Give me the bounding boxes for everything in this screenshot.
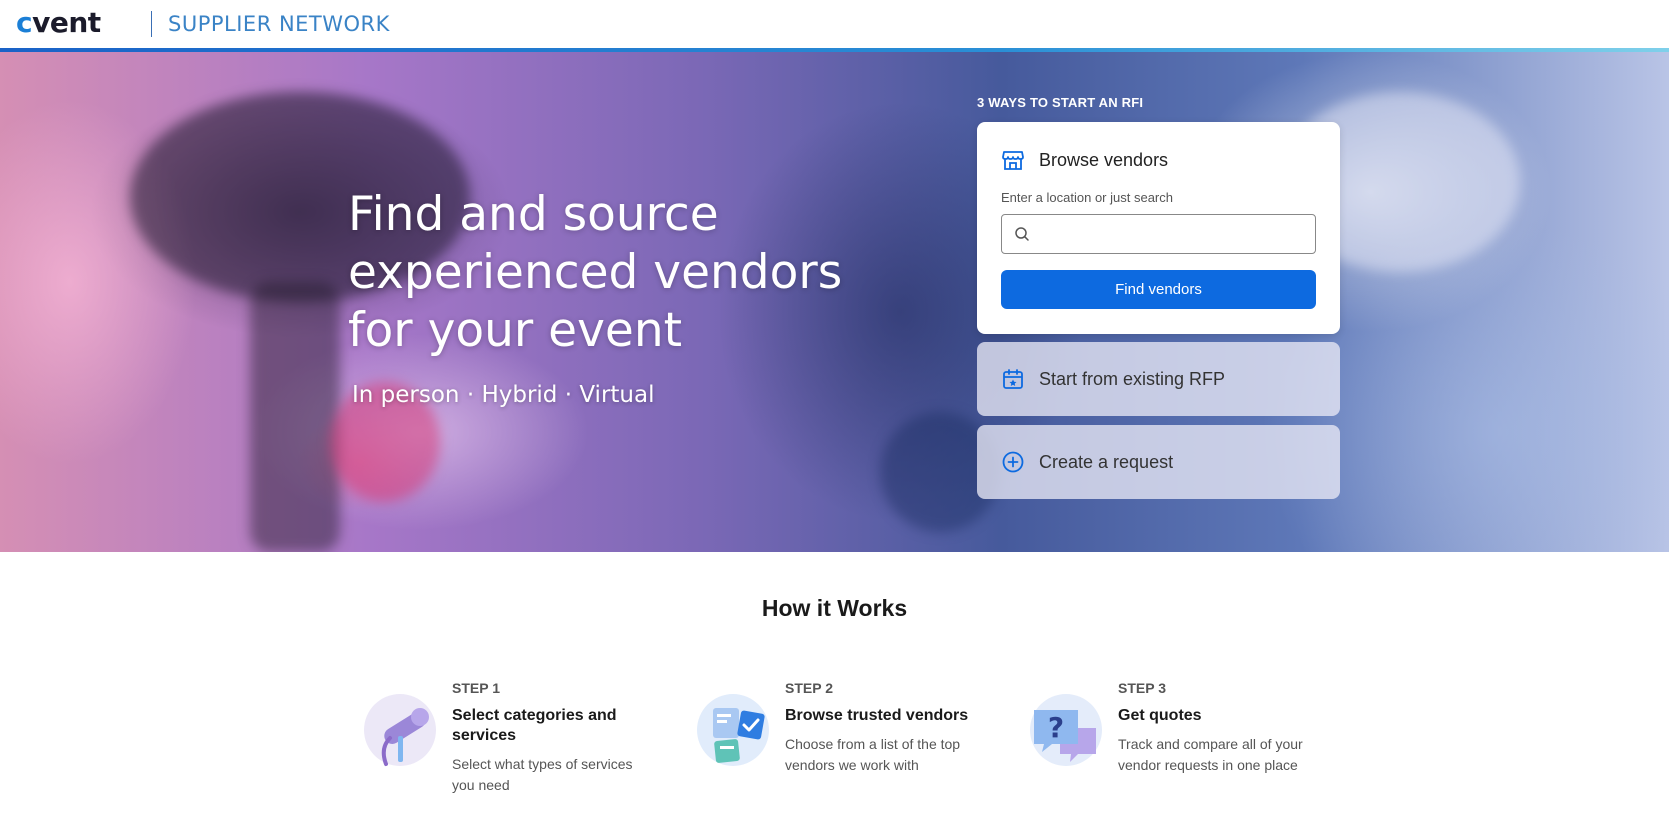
step-1-label: STEP 1 [452, 680, 500, 696]
logo-text: cvent [16, 6, 101, 39]
top-header: cvent SUPPLIER NETWORK [0, 0, 1669, 48]
step-3-label: STEP 3 [1118, 680, 1166, 696]
step-2: STEP 2 Browse trusted vendors Choose fro… [693, 680, 1013, 800]
checklist-icon [693, 690, 773, 770]
search-icon [1014, 226, 1030, 247]
header-divider [151, 11, 152, 37]
step-3-heading: Get quotes [1118, 707, 1202, 724]
storefront-icon [1001, 148, 1025, 172]
start-from-existing-rfp-card[interactable]: Start from existing RFP [977, 342, 1340, 416]
create-request-title: Create a request [1039, 451, 1174, 472]
browse-vendors-header: Browse vendors [1001, 148, 1168, 172]
create-request-card[interactable]: Create a request [977, 425, 1340, 499]
how-it-works-title: How it Works [761, 595, 908, 621]
microphone-icon [360, 690, 440, 770]
find-vendors-button[interactable]: Find vendors [1001, 270, 1316, 309]
location-search-input[interactable] [1038, 215, 1308, 253]
step-1-description: Select what types of services you need [452, 756, 633, 793]
cvent-logo[interactable]: cvent [16, 8, 101, 38]
hero-bg-shape [250, 282, 340, 552]
brand-subtitle: SUPPLIER NETWORK [168, 12, 390, 36]
start-from-existing-rfp-title: Start from existing RFP [1039, 368, 1226, 389]
step-3: ? STEP 3 Get quotes Track and compare al… [1026, 680, 1346, 800]
step-2-label: STEP 2 [785, 680, 833, 696]
hero-banner: Find and source experienced vendors for … [0, 52, 1669, 552]
browse-vendors-card: Browse vendors Enter a location or just … [977, 122, 1340, 334]
hero-title: Find and source experienced vendors for … [348, 187, 843, 358]
svg-text:?: ? [1048, 711, 1064, 744]
location-field-label: Enter a location or just search [1001, 190, 1173, 205]
hero-subtitle: In person · Hybrid · Virtual [352, 382, 655, 408]
step-2-heading: Browse trusted vendors [785, 707, 969, 724]
location-search-field[interactable] [1001, 214, 1316, 254]
step-3-description: Track and compare all of your vendor req… [1118, 736, 1303, 773]
rfi-section-label: 3 WAYS TO START AN RFI [977, 95, 1144, 110]
calendar-star-icon [1001, 367, 1025, 391]
step-1-heading: Select categories and services [452, 707, 617, 744]
browse-vendors-title: Browse vendors [1039, 149, 1169, 170]
step-2-description: Choose from a list of the top vendors we… [785, 736, 961, 773]
plus-circle-icon [1001, 450, 1025, 474]
question-chat-icon: ? [1026, 690, 1106, 770]
step-1: STEP 1 Select categories and services Se… [360, 680, 680, 800]
